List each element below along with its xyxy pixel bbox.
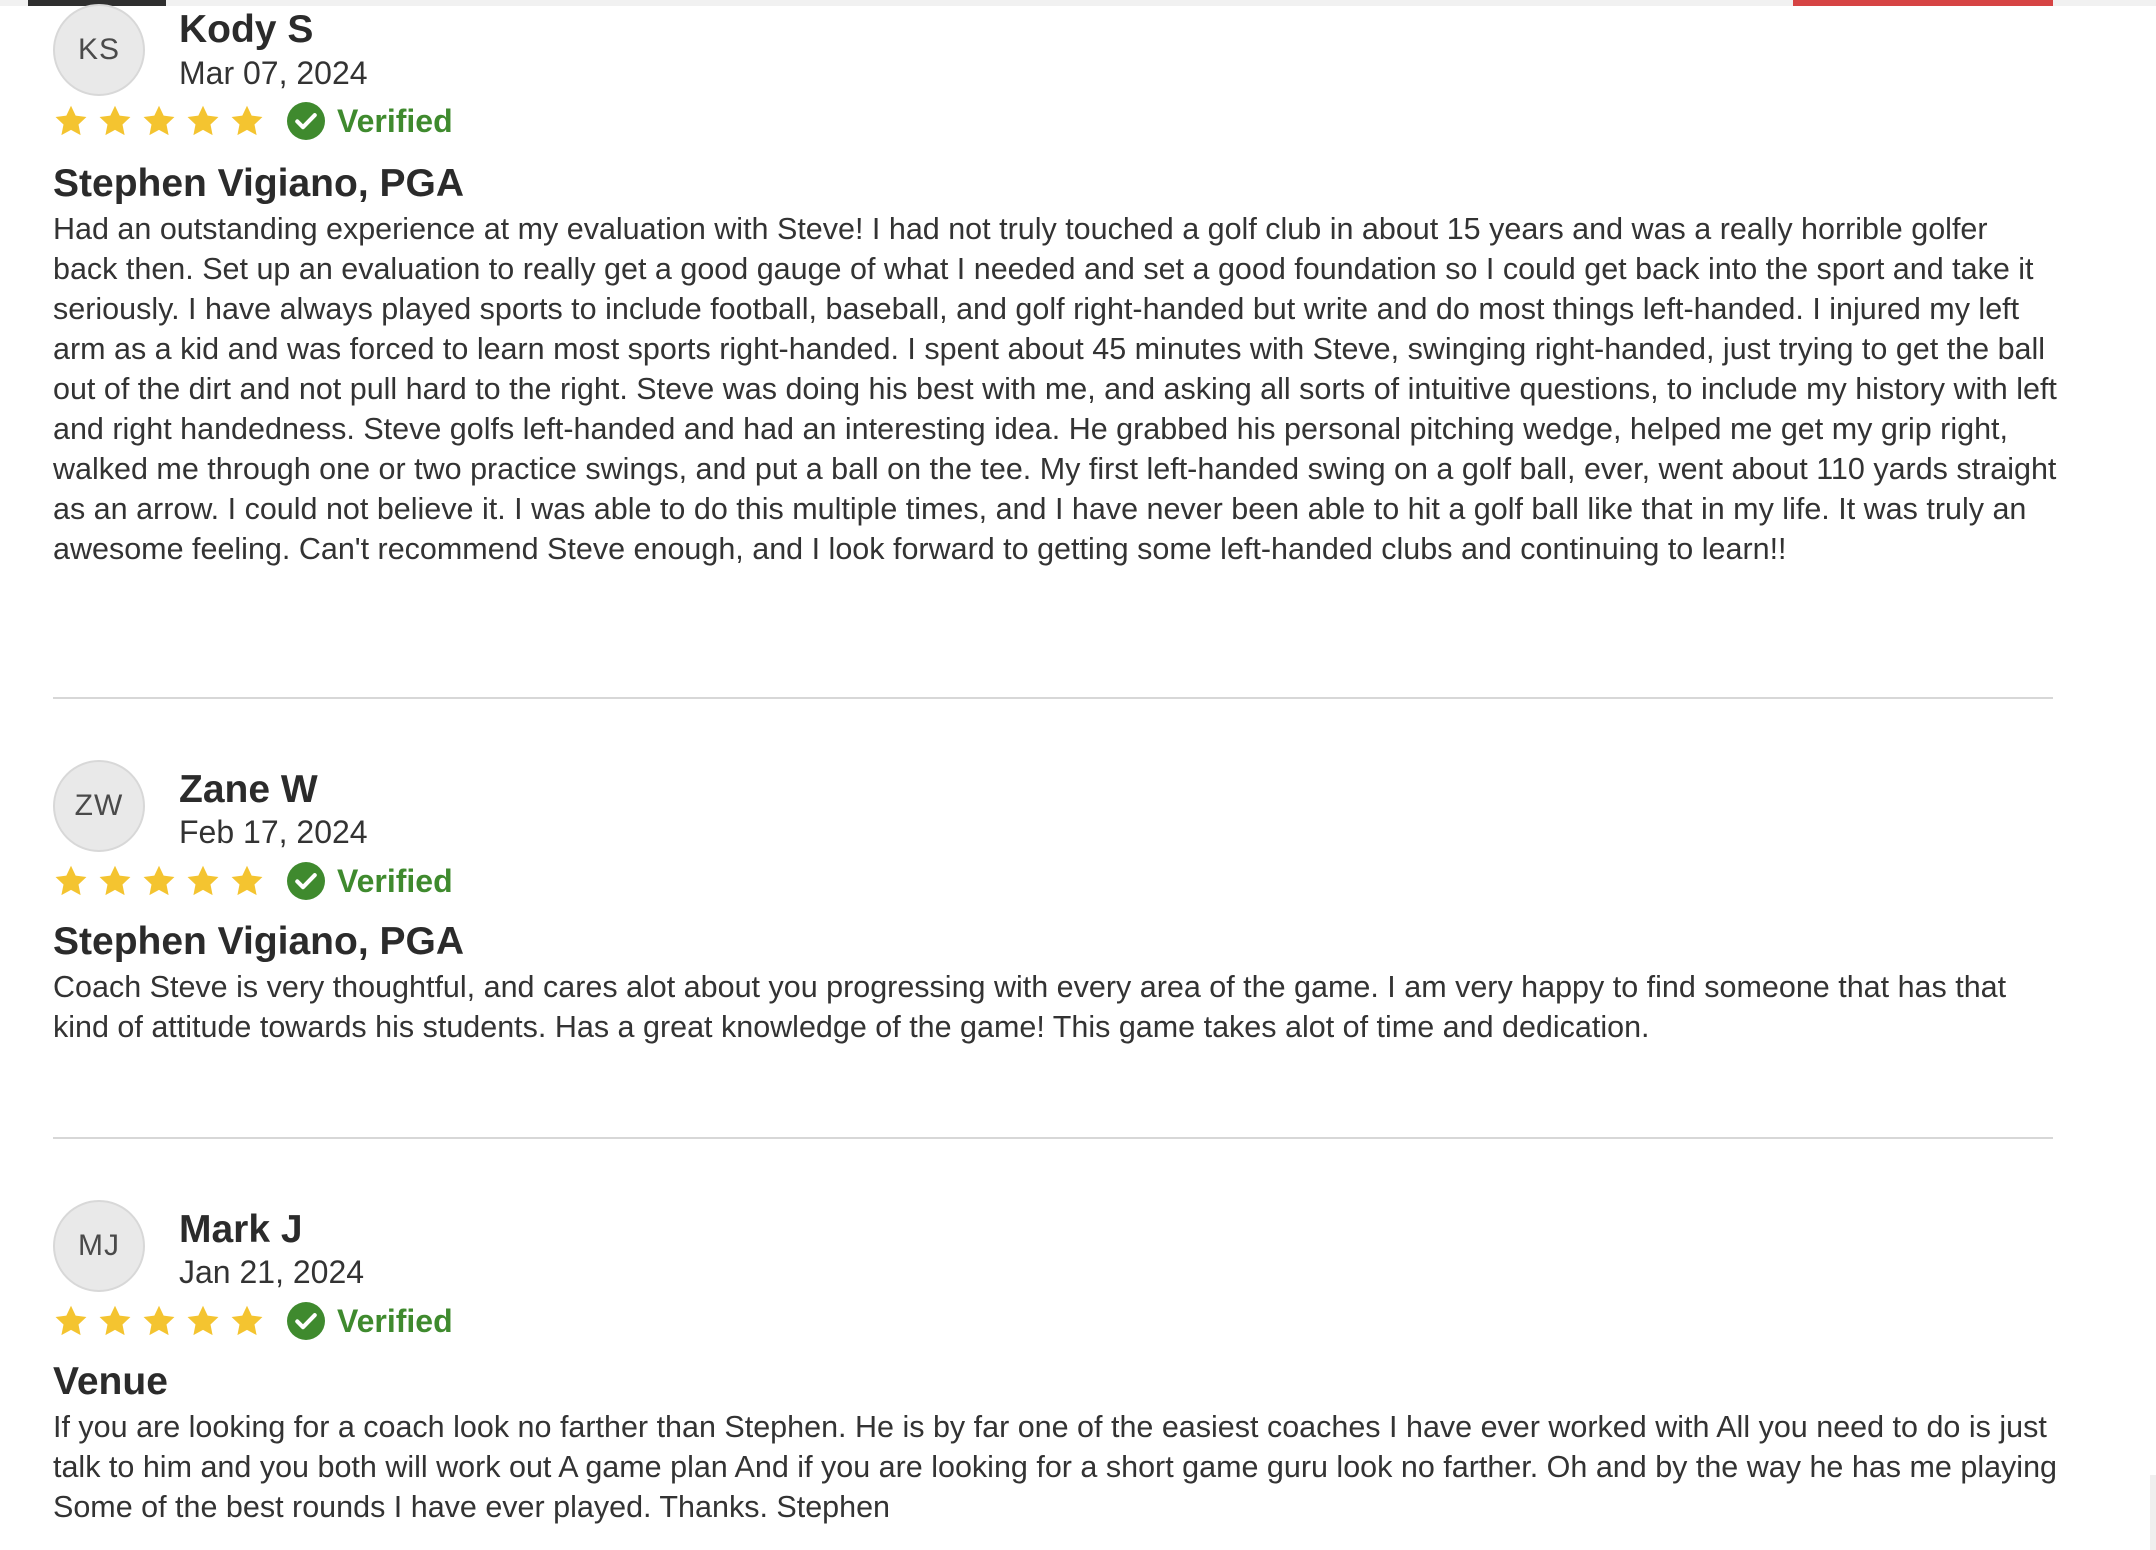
star-icon xyxy=(187,1305,219,1336)
rating-row: Verified xyxy=(53,1299,453,1343)
avatar: MJ xyxy=(53,1200,145,1292)
star-icon xyxy=(187,105,219,136)
review-divider xyxy=(53,1137,2053,1139)
star-icon xyxy=(99,865,131,896)
star-rating xyxy=(53,103,265,139)
star-icon xyxy=(231,865,263,896)
star-icon xyxy=(55,865,87,896)
review-text: Had an outstanding experience at my eval… xyxy=(53,212,2057,566)
review-text: Coach Steve is very thoughtful, and care… xyxy=(53,970,2007,1044)
star-icon xyxy=(143,1305,175,1336)
reviewer-name: Kody S xyxy=(179,8,314,51)
star-icon xyxy=(231,1305,263,1336)
review-text: If you are looking for a coach look no f… xyxy=(53,1410,2058,1524)
review-title: Venue xyxy=(53,1360,168,1403)
star-icon xyxy=(55,1305,87,1336)
star-icon xyxy=(143,105,175,136)
avatar: ZW xyxy=(53,760,145,852)
reviewer-name: Mark J xyxy=(179,1208,303,1251)
rating-row: Verified xyxy=(53,859,453,903)
review-title: Stephen Vigiano, PGA xyxy=(53,162,465,205)
star-icon xyxy=(143,865,175,896)
star-rating xyxy=(53,1303,265,1339)
check-circle-icon xyxy=(287,102,325,140)
verified-label: Verified xyxy=(337,1302,453,1339)
star-icon xyxy=(99,105,131,136)
star-rating xyxy=(53,863,265,899)
star-icon xyxy=(99,1305,131,1336)
reviewer-name: Zane W xyxy=(179,768,318,811)
review-date: Mar 07, 2024 xyxy=(179,55,368,91)
check-circle-icon xyxy=(287,862,325,900)
accent-tab-indicator xyxy=(1793,0,2053,6)
star-icon xyxy=(55,105,87,136)
avatar: KS xyxy=(53,4,145,96)
review-title: Stephen Vigiano, PGA xyxy=(53,920,465,963)
star-icon xyxy=(187,865,219,896)
star-icon xyxy=(231,105,263,136)
verified-badge: Verified xyxy=(287,1302,453,1340)
scrollbar[interactable] xyxy=(2150,1475,2156,1550)
review-divider xyxy=(53,697,2053,699)
verified-badge: Verified xyxy=(287,102,453,140)
check-circle-icon xyxy=(287,1302,325,1340)
rating-row: Verified xyxy=(53,99,453,143)
verified-label: Verified xyxy=(337,862,453,899)
review-date: Jan 21, 2024 xyxy=(179,1254,365,1290)
review-date: Feb 17, 2024 xyxy=(179,814,368,850)
verified-badge: Verified xyxy=(287,862,453,900)
verified-label: Verified xyxy=(337,102,453,139)
reviews-page: KS Kody S Mar 07, 2024 Verified Stephen … xyxy=(0,0,2156,1550)
